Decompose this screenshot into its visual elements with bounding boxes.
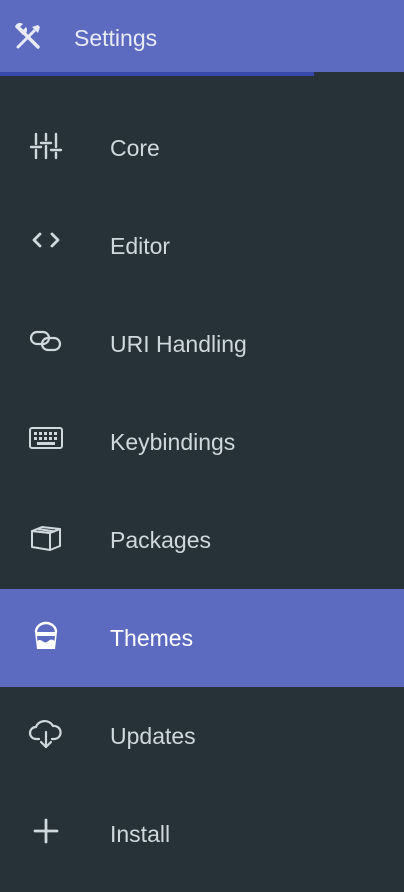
menu-item-keybindings[interactable]: Keybindings xyxy=(0,393,404,491)
menu-item-packages[interactable]: Packages xyxy=(0,491,404,589)
menu-item-label: Keybindings xyxy=(110,429,236,455)
menu-item-label: Install xyxy=(110,821,171,847)
keyboard-icon xyxy=(28,424,64,460)
menu-item-updates[interactable]: Updates xyxy=(0,687,404,785)
menu-item-label: Packages xyxy=(110,527,212,553)
menu-item-editor[interactable]: Editor xyxy=(0,197,404,295)
settings-menu: Core Editor URI Handling Keybindings Pac… xyxy=(0,99,404,883)
menu-item-label: Editor xyxy=(110,233,171,259)
code-icon xyxy=(28,228,64,264)
menu-item-core[interactable]: Core xyxy=(0,99,404,197)
menu-item-label: URI Handling xyxy=(110,331,247,357)
menu-item-uri-handling[interactable]: URI Handling xyxy=(0,295,404,393)
paint-bucket-icon xyxy=(28,620,64,656)
cloud-download-icon xyxy=(28,718,64,754)
sliders-icon xyxy=(28,130,64,166)
tools-icon xyxy=(12,21,44,53)
menu-item-label: Updates xyxy=(110,723,196,749)
page-title: Settings xyxy=(74,25,158,51)
settings-panel: Settings Core Editor URI Handling Keybin… xyxy=(0,0,404,892)
menu-item-label: Themes xyxy=(110,625,194,651)
menu-item-install[interactable]: Install xyxy=(0,785,404,883)
plus-icon xyxy=(28,816,64,852)
header-underline xyxy=(0,72,314,76)
menu-item-label: Core xyxy=(110,135,160,161)
package-icon xyxy=(28,522,64,558)
link-icon xyxy=(28,326,64,362)
menu-item-themes[interactable]: Themes xyxy=(0,589,404,687)
settings-header: Settings xyxy=(0,0,404,72)
